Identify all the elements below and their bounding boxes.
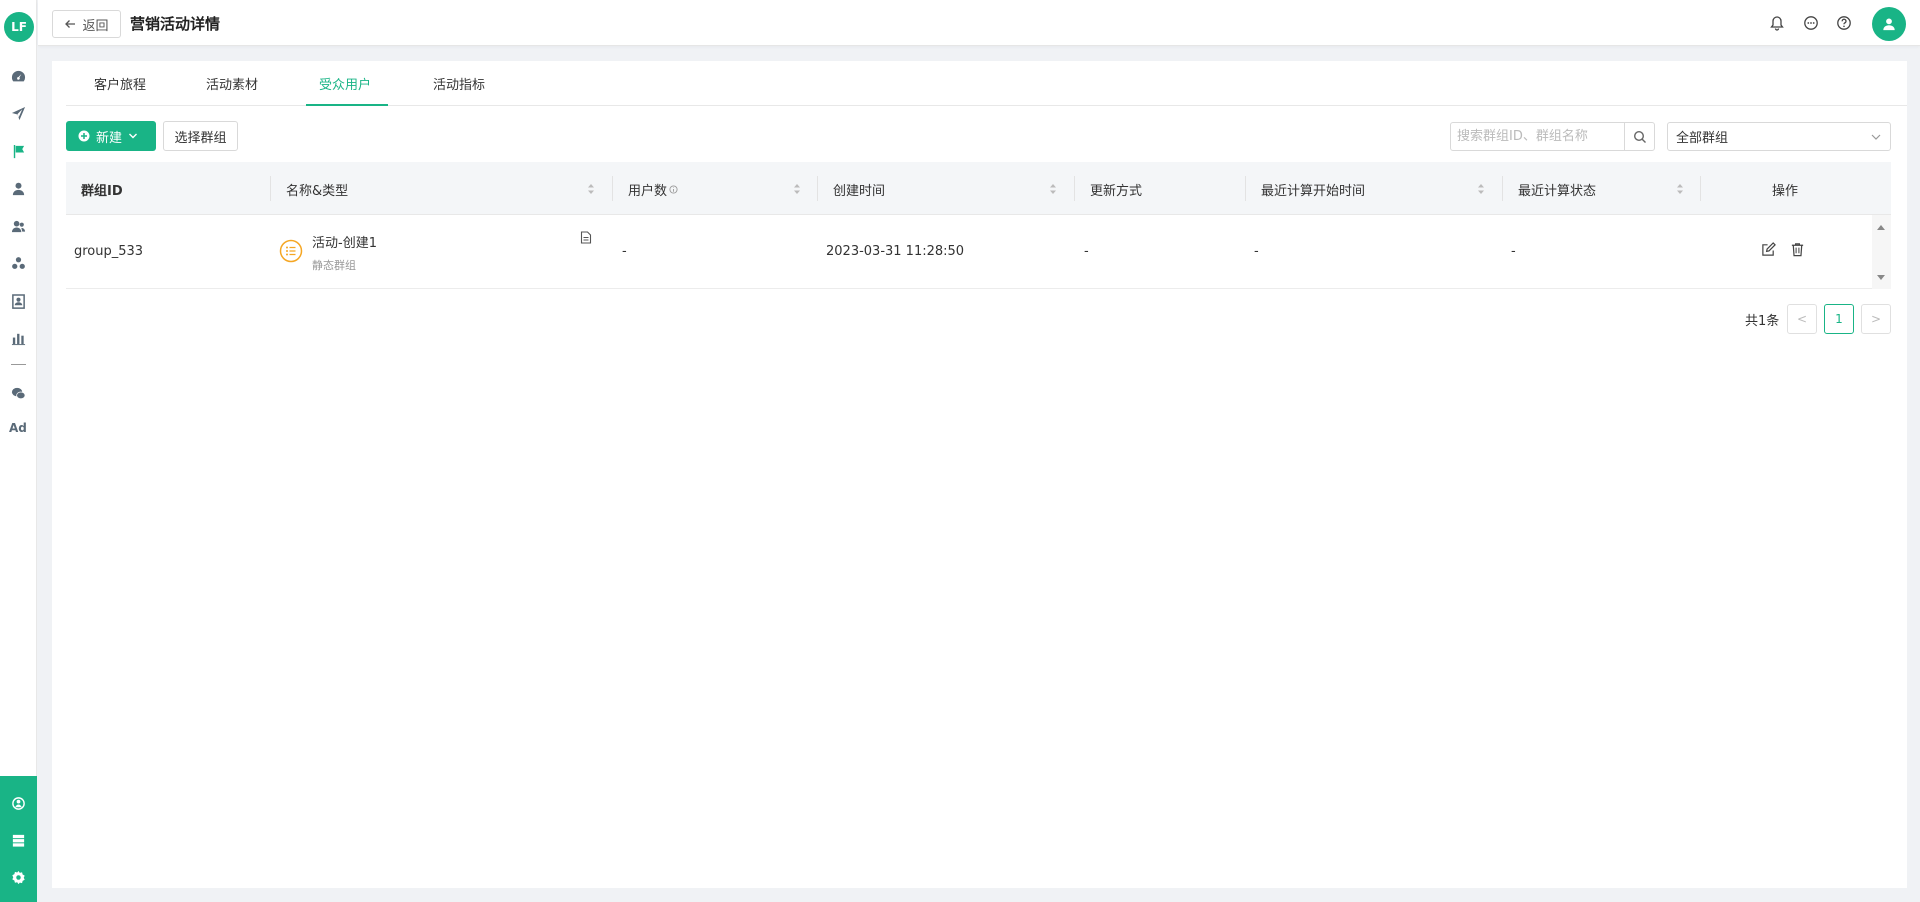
group-filter-select[interactable]: 全部群组 bbox=[1667, 122, 1891, 151]
top-header: 返回 营销活动详情 bbox=[38, 0, 1920, 46]
send-icon[interactable] bbox=[9, 104, 27, 122]
scroll-down-arrow[interactable] bbox=[1877, 275, 1885, 280]
active-tab-indicator bbox=[306, 104, 388, 106]
table-scrollbar[interactable] bbox=[1872, 215, 1891, 289]
arrow-left-icon bbox=[65, 20, 76, 28]
select-group-button[interactable]: 选择群组 bbox=[163, 121, 238, 151]
new-button-label: 新建 bbox=[96, 130, 123, 146]
table-row[interactable]: group_533 活动-创建1 静态群组 - 2023-03-31 11:28… bbox=[66, 215, 1891, 289]
main-card: 客户旅程 活动素材 受众用户 活动指标 新建 选择群组 全部群组 群组ID 名称… bbox=[52, 61, 1907, 888]
cell-group-id: group_533 bbox=[74, 244, 144, 259]
wechat-icon[interactable] bbox=[9, 384, 27, 402]
cell-last-calc-status: - bbox=[1511, 244, 1516, 259]
bell-icon[interactable] bbox=[1768, 14, 1786, 32]
col-group-id: 群组ID bbox=[81, 184, 123, 199]
tab-campaign-metrics[interactable]: 活动指标 bbox=[433, 74, 485, 93]
search-input[interactable] bbox=[1451, 123, 1624, 150]
column-divider bbox=[1074, 176, 1075, 201]
tab-campaign-assets[interactable]: 活动素材 bbox=[206, 74, 258, 93]
sort-icon[interactable] bbox=[1049, 182, 1057, 196]
sort-icon[interactable] bbox=[587, 182, 595, 196]
column-divider bbox=[1700, 176, 1701, 201]
table-header: 群组ID 名称&类型 用户数 创建时间 更新方式 最近计算开始时间 最近计算状态… bbox=[66, 162, 1891, 215]
column-divider bbox=[270, 176, 271, 201]
tab-audience-users[interactable]: 受众用户 bbox=[319, 74, 371, 93]
scroll-up-arrow[interactable] bbox=[1877, 225, 1885, 230]
message-icon[interactable] bbox=[1802, 14, 1820, 32]
cell-update-mode: - bbox=[1084, 244, 1089, 259]
edit-icon[interactable] bbox=[1759, 240, 1777, 258]
col-user-count: 用户数 bbox=[628, 180, 678, 199]
static-group-icon bbox=[279, 239, 303, 263]
page-title: 营销活动详情 bbox=[130, 15, 221, 33]
portrait-icon[interactable] bbox=[9, 292, 27, 310]
server-icon[interactable] bbox=[9, 831, 27, 849]
app-logo[interactable]: LF bbox=[4, 12, 34, 42]
hub-icon[interactable] bbox=[9, 794, 27, 812]
sort-icon[interactable] bbox=[1477, 182, 1485, 196]
column-divider bbox=[1502, 176, 1503, 201]
info-icon[interactable] bbox=[669, 185, 678, 194]
sidebar: LF Ad bbox=[0, 0, 37, 902]
help-icon[interactable] bbox=[1835, 14, 1853, 32]
plus-circle-icon bbox=[78, 130, 90, 142]
back-button[interactable]: 返回 bbox=[52, 10, 121, 38]
sidebar-bottom-panel bbox=[0, 776, 37, 902]
chevron-down-icon bbox=[1871, 134, 1881, 140]
sort-icon[interactable] bbox=[1676, 182, 1684, 196]
tab-bar: 客户旅程 活动素材 受众用户 活动指标 bbox=[66, 61, 1907, 106]
new-button[interactable]: 新建 bbox=[66, 121, 156, 151]
sidebar-divider bbox=[11, 364, 26, 365]
next-page-button[interactable]: > bbox=[1861, 304, 1891, 334]
search-icon bbox=[1633, 130, 1646, 143]
cell-user-count: - bbox=[622, 244, 627, 259]
page-1-button[interactable]: 1 bbox=[1824, 304, 1854, 334]
tab-customer-journey[interactable]: 客户旅程 bbox=[94, 74, 146, 93]
avatar-user-icon bbox=[1883, 18, 1895, 31]
col-last-calc-start: 最近计算开始时间 bbox=[1261, 184, 1366, 199]
prev-page-button[interactable]: < bbox=[1787, 304, 1817, 334]
delete-icon[interactable] bbox=[1788, 240, 1806, 258]
col-name-type: 名称&类型 bbox=[286, 184, 349, 199]
back-label: 返回 bbox=[82, 18, 109, 34]
cell-group-type: 静态群组 bbox=[312, 259, 356, 272]
sort-icon[interactable] bbox=[793, 182, 801, 196]
ad-menu-item[interactable]: Ad bbox=[9, 421, 29, 435]
user-avatar[interactable] bbox=[1872, 7, 1906, 41]
search-button[interactable] bbox=[1624, 122, 1655, 151]
col-actions: 操作 bbox=[1772, 184, 1799, 199]
bar-chart-icon[interactable] bbox=[9, 329, 27, 347]
column-divider bbox=[1245, 176, 1246, 201]
settings-icon[interactable] bbox=[9, 868, 27, 886]
cell-created-time: 2023-03-31 11:28:50 bbox=[826, 244, 965, 259]
flag-icon[interactable] bbox=[9, 142, 27, 160]
groups-table: 群组ID 名称&类型 用户数 创建时间 更新方式 最近计算开始时间 最近计算状态… bbox=[66, 162, 1891, 289]
user-icon[interactable] bbox=[9, 179, 27, 197]
column-divider bbox=[612, 176, 613, 201]
dashboard-icon[interactable] bbox=[9, 67, 27, 85]
users-icon[interactable] bbox=[9, 217, 27, 235]
col-last-calc-status: 最近计算状态 bbox=[1518, 184, 1597, 199]
pagination-total: 共1条 bbox=[1745, 314, 1780, 329]
col-user-count-label: 用户数 bbox=[628, 184, 668, 199]
cell-last-calc-start: - bbox=[1254, 244, 1259, 259]
column-divider bbox=[817, 176, 818, 201]
cell-group-name[interactable]: 活动-创建1 bbox=[312, 232, 377, 251]
cluster-icon[interactable] bbox=[9, 254, 27, 272]
col-update-mode: 更新方式 bbox=[1090, 184, 1143, 199]
group-filter-value: 全部群组 bbox=[1676, 131, 1729, 146]
search-field[interactable] bbox=[1450, 122, 1625, 151]
chevron-down-icon bbox=[129, 133, 138, 139]
col-created-time: 创建时间 bbox=[833, 184, 886, 199]
document-icon[interactable] bbox=[580, 231, 592, 244]
